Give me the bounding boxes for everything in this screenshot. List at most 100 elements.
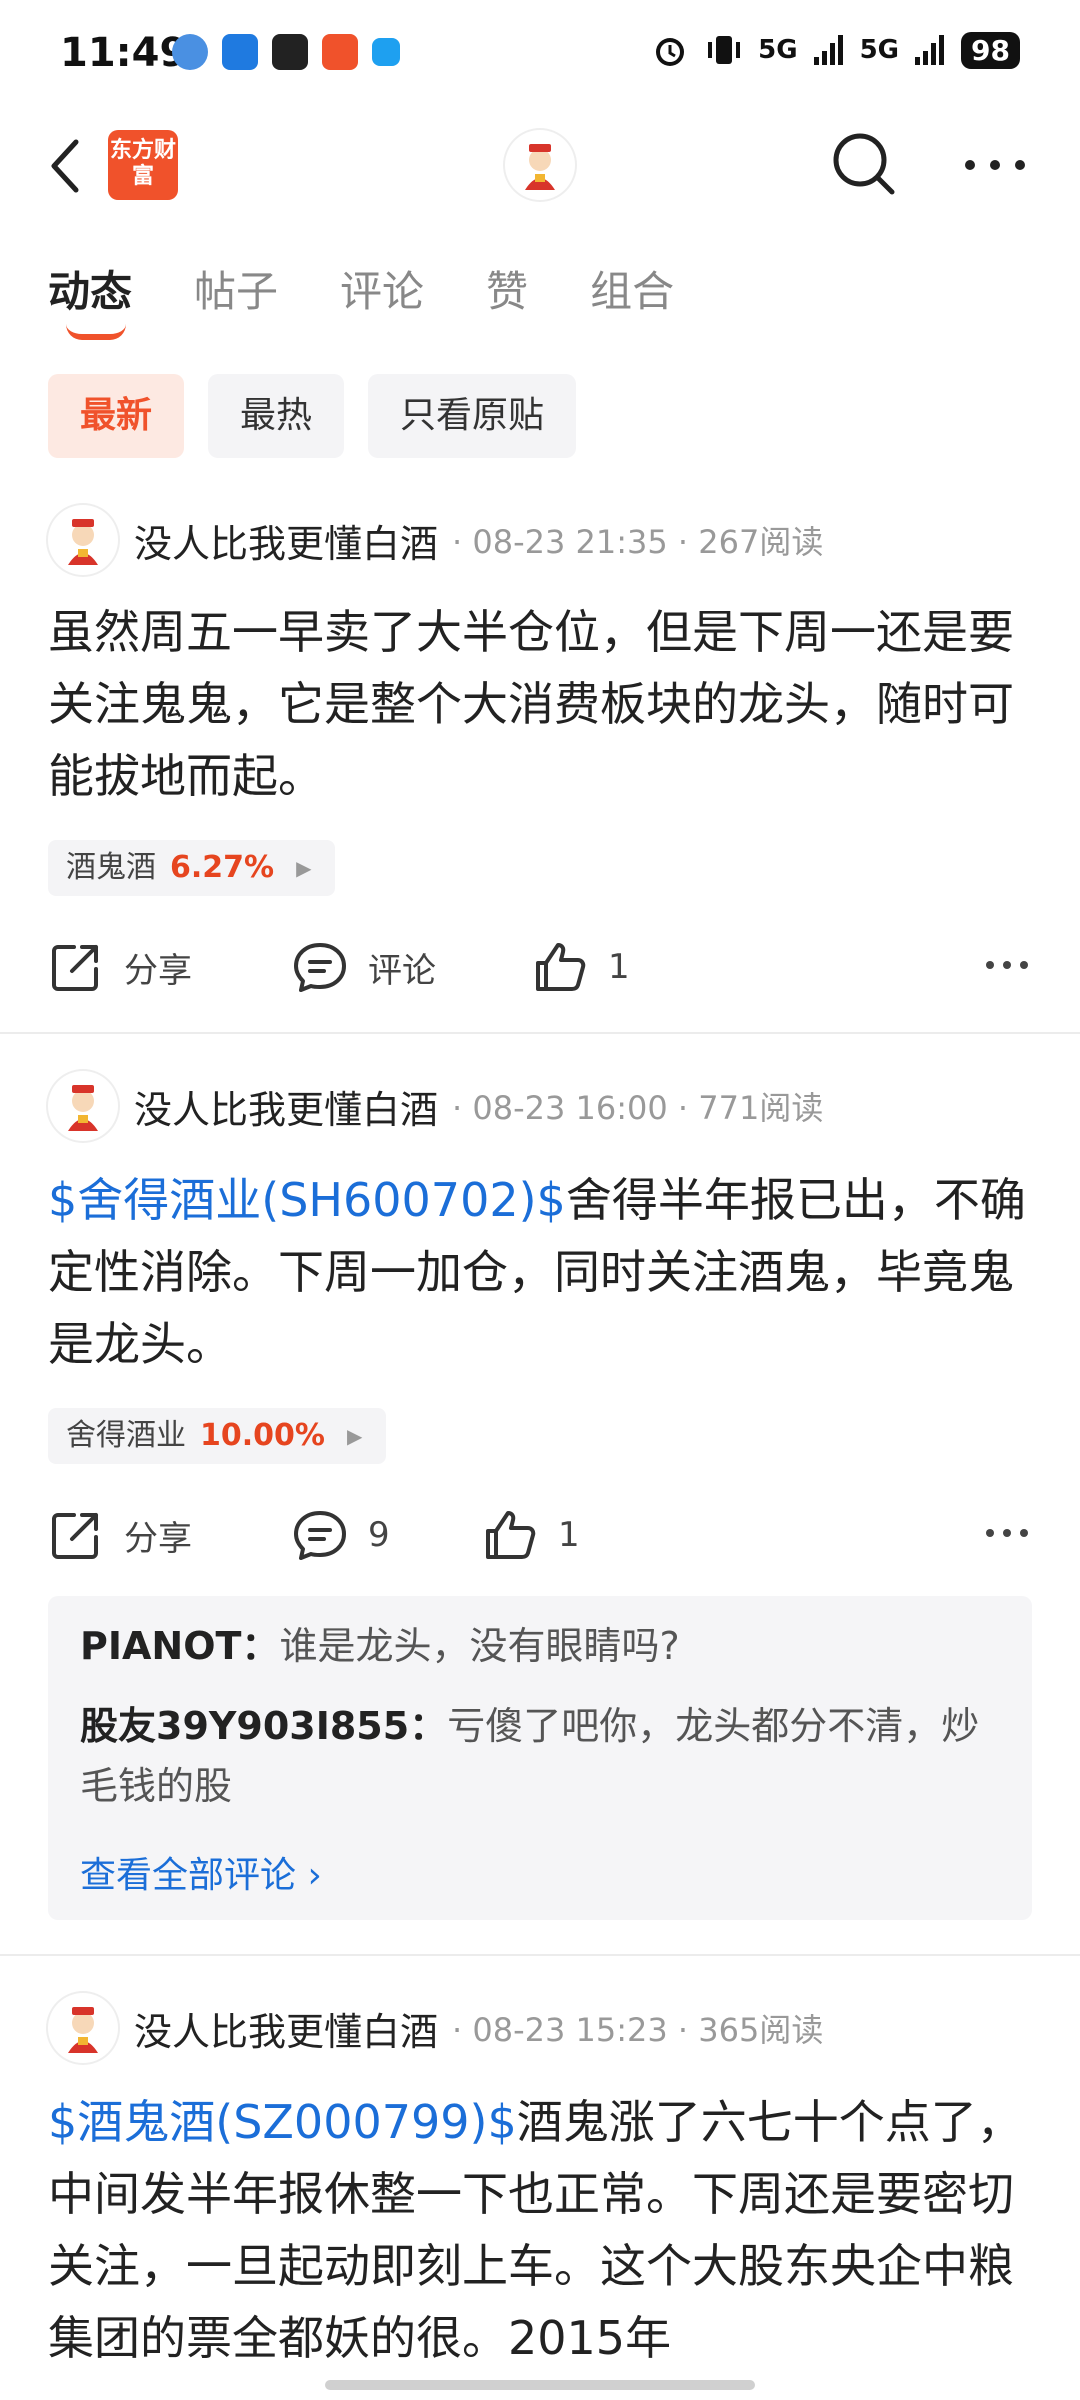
- user-avatar[interactable]: [505, 130, 575, 200]
- fortune-god-avatar-icon: [68, 2007, 98, 2053]
- post-more-button[interactable]: [982, 940, 1032, 994]
- signal-2-label: 5G: [859, 35, 900, 65]
- profile-tabs: 动态 帖子 评论 赞 组合: [48, 258, 736, 340]
- app-notification-icon: [372, 38, 400, 66]
- avatar[interactable]: [48, 505, 118, 575]
- post-actions: 分享 9 1: [48, 1500, 1032, 1570]
- comment-count: 9: [368, 1515, 390, 1555]
- share-label: 分享: [124, 1518, 192, 1559]
- stock-name: 舍得酒业: [66, 1418, 186, 1453]
- like-button[interactable]: 1: [482, 1500, 580, 1570]
- post-actions: 分享 评论 1: [48, 932, 1032, 1002]
- eastmoney-logo[interactable]: 东方财富: [108, 130, 178, 200]
- tab-label: 动态: [48, 267, 133, 316]
- alipay-icon: [272, 34, 308, 70]
- system-status: 5G 5G 98: [650, 30, 1020, 70]
- tab-likes[interactable]: 赞: [486, 258, 528, 319]
- post-card[interactable]: 没人比我更懂白酒 · 08-23 21:35 · 267阅读 虽然周五一早卖了大…: [0, 500, 1080, 1030]
- signal-1-label: 5G: [758, 35, 798, 65]
- comment-preview[interactable]: PIANOT：谁是龙头，没有眼睛吗? 股友39Y903I855：亏傻了吧你，龙头…: [48, 1596, 1032, 1920]
- back-button[interactable]: [40, 134, 100, 198]
- like-count: 1: [608, 947, 630, 987]
- tab-comments[interactable]: 评论: [340, 258, 424, 319]
- signal-strength-icon: [813, 35, 843, 65]
- comment-item[interactable]: PIANOT：谁是龙头，没有眼睛吗?: [80, 1616, 980, 1676]
- view-all-comments-link[interactable]: 查看全部评论 ›: [80, 1846, 322, 1898]
- play-arrow-icon: ▶: [346, 1424, 363, 1448]
- tab-active-indicator: [66, 324, 126, 340]
- post-meta: · 08-23 21:35 · 267阅读: [452, 523, 824, 561]
- post-text[interactable]: 虽然周五一早卖了大半仓位，但是下周一还是要关注鬼鬼，它是整个大消费板块的龙头，随…: [48, 596, 1038, 812]
- stock-chip[interactable]: 酒鬼酒 6.27% ▶: [48, 840, 336, 896]
- avatar[interactable]: [48, 1071, 118, 1141]
- comment-bubble-icon: [294, 1511, 346, 1560]
- share-button[interactable]: 分享: [48, 1500, 192, 1570]
- filter-hottest[interactable]: 最热: [208, 374, 345, 458]
- battery-level: 98: [961, 31, 1020, 69]
- chevron-left-icon: [51, 139, 79, 193]
- author-name[interactable]: 没人比我更懂白酒: [134, 1079, 438, 1134]
- divider: [0, 1032, 1080, 1034]
- alarm-icon: [656, 38, 685, 66]
- stock-chip[interactable]: 舍得酒业 10.00% ▶: [48, 1408, 387, 1464]
- post-card[interactable]: 没人比我更懂白酒 · 08-23 15:23 · 365阅读 $酒鬼酒(SZ00…: [0, 1992, 1080, 2400]
- post-text[interactable]: $酒鬼酒(SZ000799)$酒鬼涨了六七十个点了，中间发半年报休整一下也正常。…: [48, 2086, 1038, 2374]
- share-label: 分享: [124, 950, 192, 991]
- stock-change: 6.27%: [170, 850, 275, 885]
- comment-button[interactable]: 评论: [292, 932, 436, 1002]
- post-meta: · 08-23 15:23 · 365阅读: [452, 2011, 824, 2049]
- status-time: 11:49: [60, 30, 188, 76]
- search-button[interactable]: [828, 128, 898, 198]
- vibrate-icon: [708, 36, 741, 64]
- author-name[interactable]: 没人比我更懂白酒: [134, 513, 438, 568]
- stock-change: 10.00%: [200, 1418, 325, 1453]
- app-notification-icon: [322, 34, 358, 70]
- post-author-row: 没人比我更懂白酒 · 08-23 16:00 · 771阅读: [48, 1070, 823, 1142]
- comment-text: 谁是龙头，没有眼睛吗?: [279, 1624, 680, 1668]
- post-author-row: 没人比我更懂白酒 · 08-23 15:23 · 365阅读: [48, 1992, 823, 2064]
- post-text[interactable]: $舍得酒业(SH600702)$舍得半年报已出，不确定性消除。下周一加仓，同时关…: [48, 1164, 1038, 1380]
- like-count: 1: [558, 1515, 580, 1555]
- share-button[interactable]: 分享: [48, 932, 192, 1002]
- author-name[interactable]: 没人比我更懂白酒: [134, 2001, 438, 2056]
- comment-user[interactable]: 股友39Y903I855：: [80, 1704, 447, 1748]
- comment-label: 评论: [368, 950, 436, 991]
- signal-strength-icon: [915, 35, 945, 65]
- comment-bubble-icon: [294, 943, 346, 992]
- post-more-button[interactable]: [982, 1508, 1032, 1562]
- search-icon: [833, 133, 895, 195]
- share-icon: [52, 1513, 98, 1559]
- comment-item[interactable]: 股友39Y903I855：亏傻了吧你，龙头都分不清，炒毛钱的股: [80, 1696, 980, 1816]
- top-nav: 东方财富: [0, 110, 1080, 220]
- post-meta: · 08-23 16:00 · 771阅读: [452, 1089, 824, 1127]
- home-indicator: [325, 2380, 755, 2390]
- fortune-god-avatar-icon: [68, 1085, 98, 1131]
- post-body: 虽然周五一早卖了大半仓位，但是下周一还是要关注鬼鬼，它是整个大消费板块的龙头，随…: [48, 605, 1014, 803]
- filter-bar: 最新 最热 只看原贴: [48, 374, 577, 458]
- filter-latest[interactable]: 最新: [48, 374, 185, 458]
- stock-link[interactable]: $舍得酒业(SH600702)$: [48, 1173, 566, 1227]
- thumbs-up-icon: [536, 943, 586, 991]
- fortune-god-avatar-icon: [68, 519, 98, 565]
- like-button[interactable]: 1: [532, 932, 630, 1002]
- tab-activity[interactable]: 动态: [48, 258, 133, 340]
- filter-original-only[interactable]: 只看原贴: [368, 374, 577, 458]
- comment-button[interactable]: 9: [292, 1500, 390, 1570]
- comment-user[interactable]: PIANOT：: [80, 1624, 279, 1668]
- thumbs-up-icon: [486, 1511, 536, 1559]
- more-horizontal-icon: [965, 160, 1025, 170]
- post-card[interactable]: 没人比我更懂白酒 · 08-23 16:00 · 771阅读 $舍得酒业(SH6…: [0, 1070, 1080, 1950]
- tab-posts[interactable]: 帖子: [194, 258, 278, 319]
- play-arrow-icon: ▶: [296, 856, 312, 880]
- stock-link[interactable]: $酒鬼酒(SZ000799)$: [48, 2095, 517, 2149]
- more-horizontal-icon: [986, 961, 1028, 969]
- app-notification-icon: [172, 34, 208, 70]
- divider: [0, 1954, 1080, 1956]
- more-options-button[interactable]: [960, 140, 1030, 190]
- fortune-god-avatar-icon: [525, 144, 555, 190]
- avatar[interactable]: [48, 1993, 118, 2063]
- tab-portfolio[interactable]: 组合: [590, 258, 674, 319]
- stock-name: 酒鬼酒: [66, 850, 156, 885]
- status-bar: 11:49 5G 5G 98: [0, 0, 1080, 110]
- share-icon: [52, 945, 98, 991]
